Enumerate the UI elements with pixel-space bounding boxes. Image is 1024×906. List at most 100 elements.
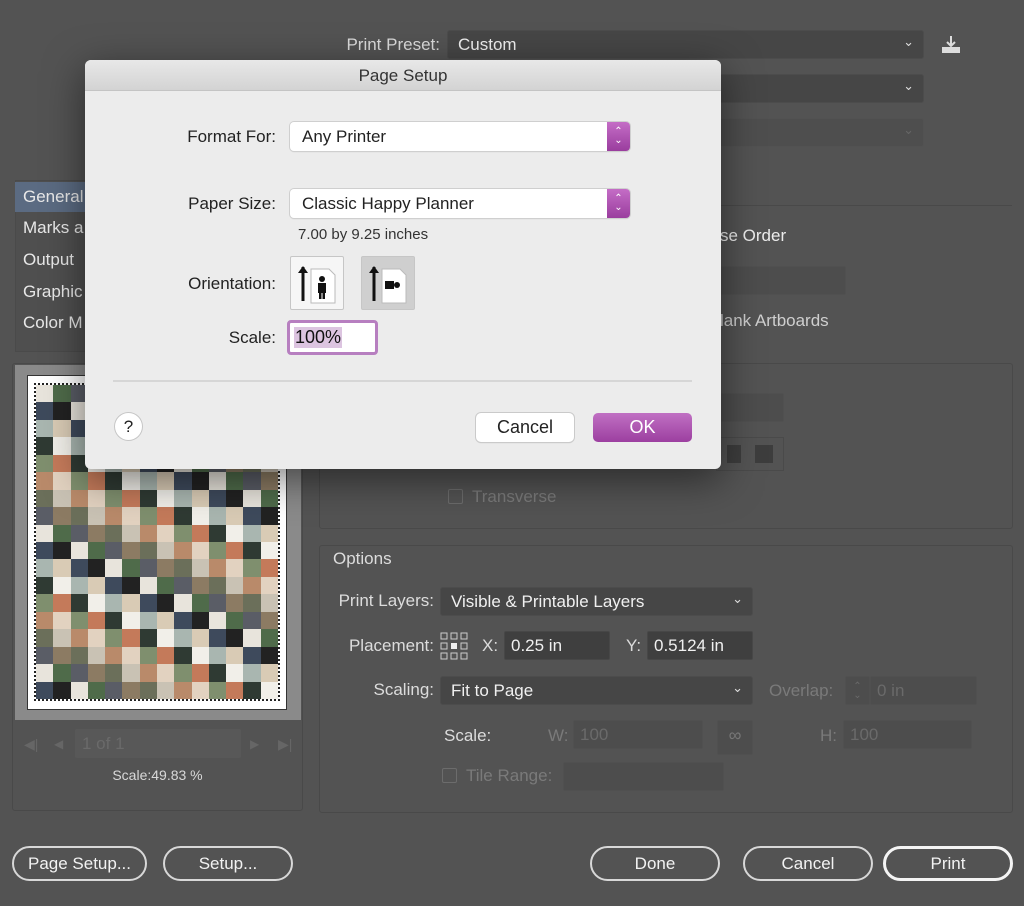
collage-tile <box>157 559 175 577</box>
collage-tile <box>208 681 227 699</box>
chevron-down-icon: ⌄ <box>903 122 914 137</box>
x-label: X: <box>482 636 499 655</box>
sidebar-item-graphics[interactable]: Graphic <box>15 277 95 307</box>
collage-tile <box>105 576 123 595</box>
collage-tile <box>36 489 54 508</box>
collage-tile <box>139 646 157 665</box>
cancel-button[interactable]: Cancel <box>743 846 873 881</box>
collage-tile <box>87 664 106 682</box>
scaling-dropdown[interactable]: Fit to Page ⌄ <box>440 676 753 705</box>
save-preset-icon[interactable] <box>940 35 962 55</box>
collage-tile <box>226 594 244 612</box>
collage-tile <box>53 385 71 403</box>
x-input[interactable]: 0.25 in <box>504 631 610 660</box>
collage-tile <box>36 576 54 595</box>
collage-tile <box>243 664 261 682</box>
placement-label: Placement: <box>348 636 434 655</box>
collage-tile <box>191 559 209 577</box>
collage-tile <box>122 559 140 577</box>
collage-tile <box>157 611 175 630</box>
transverse-label: Transverse <box>472 487 557 506</box>
collage-tile <box>260 576 278 595</box>
collage-tile <box>70 489 88 508</box>
transverse-checkbox[interactable] <box>448 489 463 504</box>
collage-tile <box>53 576 71 595</box>
collage-tile <box>87 542 106 560</box>
tile-range-label: Tile Range: <box>466 766 553 785</box>
sidebar-item-marks[interactable]: Marks a <box>15 213 95 243</box>
collage-tile <box>157 472 175 490</box>
collage-tile <box>139 542 157 560</box>
collage-tile <box>105 611 123 630</box>
paper-dimensions: 7.00 by 9.25 inches <box>298 226 429 243</box>
print-layers-dropdown[interactable]: Visible & Printable Layers ⌄ <box>440 587 753 616</box>
collage-tile <box>174 507 192 525</box>
y-input[interactable]: 0.5124 in <box>647 631 753 660</box>
sidebar-item-general[interactable]: General <box>15 182 95 212</box>
collage-tile <box>70 542 88 560</box>
collage-tile <box>208 611 227 630</box>
landscape-flipped-icon[interactable] <box>755 445 773 463</box>
collage-tile <box>36 454 54 473</box>
setup-button[interactable]: Setup... <box>163 846 293 881</box>
print-layers-label: Print Layers: <box>338 591 434 610</box>
collage-tile <box>105 594 123 612</box>
collage-tile <box>226 472 244 490</box>
sidebar-item-output[interactable]: Output <box>15 245 95 275</box>
collage-tile <box>174 664 192 682</box>
sidebar-item-color[interactable]: Color M <box>15 308 95 338</box>
collage-tile <box>243 681 261 699</box>
collage-tile <box>122 472 140 490</box>
collage-tile <box>174 472 192 490</box>
ok-button[interactable]: OK <box>593 413 692 442</box>
collage-tile <box>139 507 157 525</box>
print-preset-dropdown[interactable]: Custom ⌄ <box>447 30 924 59</box>
paper-size-popup[interactable]: Classic Happy Planner ⌃ ⌄ <box>290 189 630 218</box>
collage-tile <box>260 629 278 647</box>
collage-tile <box>122 664 140 682</box>
collage-tile <box>105 507 123 525</box>
paper-size-value: Classic Happy Planner <box>302 194 474 213</box>
placement-reference-icon[interactable] <box>440 632 468 665</box>
collage-tile <box>174 542 192 560</box>
collage-tile <box>53 542 71 560</box>
collage-tile <box>53 419 71 438</box>
portrait-button[interactable] <box>290 256 344 310</box>
collage-tile <box>191 664 209 682</box>
collage-tile <box>53 559 71 577</box>
collage-tile <box>122 507 140 525</box>
dialog-title: Page Setup <box>85 60 721 91</box>
chevron-down-icon: ⌄ <box>732 591 743 606</box>
collage-tile <box>87 611 106 630</box>
collage-tile <box>191 472 209 490</box>
collage-tile <box>53 472 71 490</box>
collage-tile <box>208 542 227 560</box>
collage-tile <box>139 664 157 682</box>
format-for-popup[interactable]: Any Printer ⌃ ⌄ <box>290 122 630 151</box>
collage-tile <box>226 664 244 682</box>
scale-input[interactable]: 100% <box>287 320 378 355</box>
collage-tile <box>70 664 88 682</box>
help-button[interactable]: ? <box>115 413 142 440</box>
collage-tile <box>36 681 54 699</box>
collage-tile <box>105 559 123 577</box>
collage-tile <box>174 559 192 577</box>
collage-tile <box>226 507 244 525</box>
landscape-button[interactable] <box>361 256 415 310</box>
page-setup-button[interactable]: Page Setup... <box>12 846 147 881</box>
paper-size-label: Paper Size: <box>188 194 276 213</box>
collage-tile <box>122 524 140 542</box>
reverse-order-label: se Order <box>720 226 787 245</box>
done-button[interactable]: Done <box>590 846 720 881</box>
collage-tile <box>70 681 88 699</box>
collage-tile <box>208 594 227 612</box>
collage-tile <box>105 524 123 542</box>
collage-tile <box>174 489 192 508</box>
collage-tile <box>36 629 54 647</box>
dialog-cancel-button[interactable]: Cancel <box>476 413 574 442</box>
collage-tile <box>139 681 157 699</box>
portrait-flipped-icon[interactable] <box>727 445 741 463</box>
print-button[interactable]: Print <box>883 846 1013 881</box>
collage-tile <box>191 489 209 508</box>
collage-tile <box>36 402 54 420</box>
